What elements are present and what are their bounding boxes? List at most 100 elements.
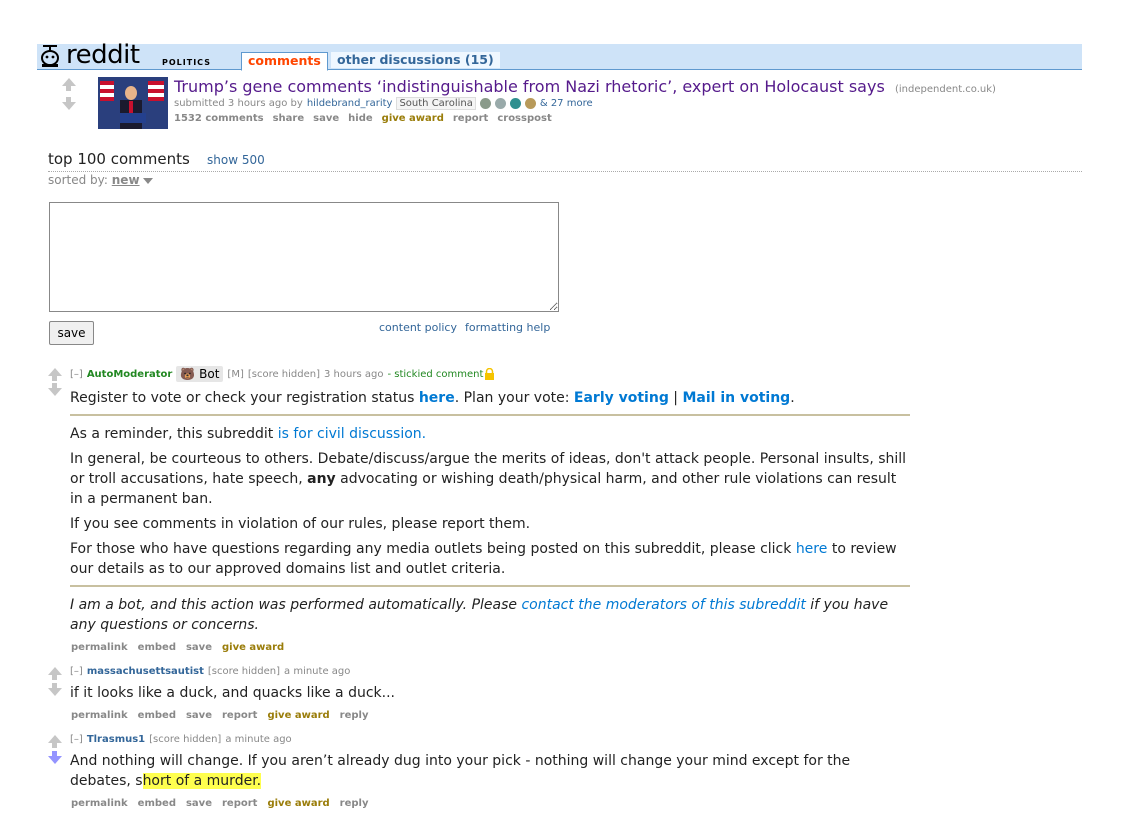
comment-paragraph: For those who have questions regarding a… — [70, 539, 910, 579]
permalink-button[interactable]: permalink — [71, 642, 128, 653]
tab-comments[interactable]: comments — [241, 52, 328, 71]
report-button[interactable]: report — [453, 113, 488, 124]
text: As a reminder, this subreddit — [70, 426, 278, 442]
collapse-toggle[interactable]: [–] — [70, 666, 83, 677]
permalink-button[interactable]: permalink — [71, 798, 128, 809]
sorted-label: sorted by: — [48, 173, 108, 187]
post-author-link[interactable]: hildebrand_rarity — [307, 98, 393, 109]
more-awards-link[interactable]: & 27 more — [540, 98, 593, 109]
save-post-button[interactable]: save — [313, 113, 339, 124]
chevron-down-icon[interactable] — [142, 177, 153, 184]
award-icon[interactable] — [494, 98, 506, 109]
reply-button[interactable]: reply — [340, 798, 369, 809]
timestamp: a minute ago — [225, 734, 292, 745]
comment-buttons: permalink embed save give award — [71, 642, 284, 653]
give-award-button[interactable]: give award — [222, 642, 284, 653]
civil-discussion-link[interactable]: is for civil discussion. — [278, 426, 426, 442]
divider — [70, 414, 910, 416]
lock-icon — [485, 368, 495, 380]
formatting-help-link[interactable]: formatting help — [465, 321, 550, 334]
bot-icon: 🐻 — [180, 367, 196, 381]
sort-dropdown[interactable]: new — [112, 173, 140, 187]
collapse-toggle[interactable]: [–] — [70, 734, 83, 745]
comments-link[interactable]: 1532 comments — [174, 113, 264, 124]
post-buttons: 1532 comments share save hide give award… — [174, 113, 552, 124]
give-award-button[interactable]: give award — [267, 710, 329, 721]
comment-paragraph: If you see comments in violation of our … — [70, 516, 531, 532]
text: . — [790, 390, 795, 406]
timestamp: a minute ago — [284, 666, 351, 677]
crosspost-button[interactable]: crosspost — [497, 113, 551, 124]
mail-voting-link[interactable]: Mail in voting — [682, 390, 790, 406]
text: . Plan your vote: — [454, 390, 574, 406]
save-button[interactable]: save — [186, 710, 212, 721]
score: [score hidden] — [247, 368, 321, 380]
post-title-link[interactable]: Trump’s gene comments ‘indistinguishable… — [174, 77, 885, 96]
comment-paragraph: I am a bot, and this action was performe… — [70, 595, 910, 635]
save-comment-button[interactable]: save — [49, 321, 94, 345]
score: [score hidden] — [207, 666, 281, 677]
comment-author[interactable]: AutoModerator — [87, 369, 173, 380]
report-button[interactable]: report — [222, 710, 257, 721]
subreddit-name[interactable]: politics — [162, 54, 211, 68]
comment-body: if it looks like a duck, and quacks like… — [70, 685, 395, 701]
submitted-text: submitted 3 hours ago by — [174, 98, 303, 109]
collapse-toggle[interactable]: [–] — [70, 369, 83, 380]
comment-buttons: permalink embed save report give award r… — [71, 798, 369, 809]
register-link[interactable]: here — [419, 390, 455, 406]
reply-button[interactable]: reply — [340, 710, 369, 721]
text: I am a bot, and this action was performe… — [70, 597, 522, 613]
stickied-label: - stickied comment — [387, 368, 484, 380]
save-button[interactable]: save — [186, 642, 212, 653]
score: [score hidden] — [149, 734, 222, 745]
sort-menu: sorted by: new — [48, 173, 153, 187]
show-500-link[interactable]: show 500 — [207, 153, 265, 167]
give-award-button[interactable]: give award — [382, 113, 444, 124]
comment-paragraph: As a reminder, this subreddit is for civ… — [70, 424, 910, 444]
tab-other-discussions[interactable]: other discussions (15) — [331, 52, 500, 68]
comment-author[interactable]: Tlrasmus1 — [87, 734, 145, 745]
separator: | — [668, 390, 683, 406]
timestamp: 3 hours ago — [324, 368, 384, 380]
text: For those who have questions regarding a… — [70, 541, 796, 557]
comment-tagline: [–] AutoModerator 🐻 Bot [M] [score hidde… — [70, 366, 495, 382]
content-policy-link[interactable]: content policy — [379, 321, 457, 334]
comment-buttons: permalink embed save report give award r… — [71, 710, 369, 721]
comments-heading: top 100 comments — [48, 150, 190, 168]
early-voting-link[interactable]: Early voting — [574, 390, 669, 406]
highlighted-text: hort of a murder. — [142, 773, 262, 789]
bold-text: any — [307, 471, 336, 487]
report-button[interactable]: report — [222, 798, 257, 809]
bot-flair: 🐻 Bot — [176, 366, 224, 382]
post-domain[interactable]: (independent.co.uk) — [895, 84, 996, 95]
share-button[interactable]: share — [273, 113, 305, 124]
author-flair: South Carolina — [396, 97, 476, 110]
embed-button[interactable]: embed — [138, 798, 176, 809]
here-link[interactable]: here — [796, 541, 828, 557]
award-icon[interactable] — [479, 98, 491, 109]
mod-tag: [M] — [227, 368, 244, 380]
embed-button[interactable]: embed — [138, 642, 176, 653]
comment-tagline: [–] massachusettsautist [score hidden] a… — [70, 666, 350, 677]
embed-button[interactable]: embed — [138, 710, 176, 721]
divider — [48, 171, 1082, 172]
hide-button[interactable]: hide — [348, 113, 373, 124]
text: Register to vote or check your registrat… — [70, 390, 419, 406]
post-thumbnail[interactable] — [98, 77, 168, 129]
permalink-button[interactable]: permalink — [71, 710, 128, 721]
comment-body: And nothing will change. If you aren’t a… — [70, 751, 870, 791]
award-icon[interactable] — [524, 98, 536, 109]
comment-paragraph: In general, be courteous to others. Deba… — [70, 449, 910, 509]
reddit-logo[interactable]: reddit — [38, 41, 140, 69]
post-tagline: submitted 3 hours ago by hildebrand_rari… — [174, 97, 593, 110]
comment-textarea[interactable] — [49, 202, 559, 312]
divider — [70, 585, 910, 587]
award-icon[interactable] — [509, 98, 521, 109]
comment-author[interactable]: massachusettsautist — [87, 666, 204, 677]
bot-label: Bot — [199, 367, 220, 381]
comment-body: Register to vote or check your registrat… — [70, 388, 920, 408]
contact-moderators-link[interactable]: contact the moderators of this subreddit — [521, 597, 805, 613]
give-award-button[interactable]: give award — [267, 798, 329, 809]
save-button[interactable]: save — [186, 798, 212, 809]
comment-tagline: [–] Tlrasmus1 [score hidden] a minute ag… — [70, 734, 292, 745]
